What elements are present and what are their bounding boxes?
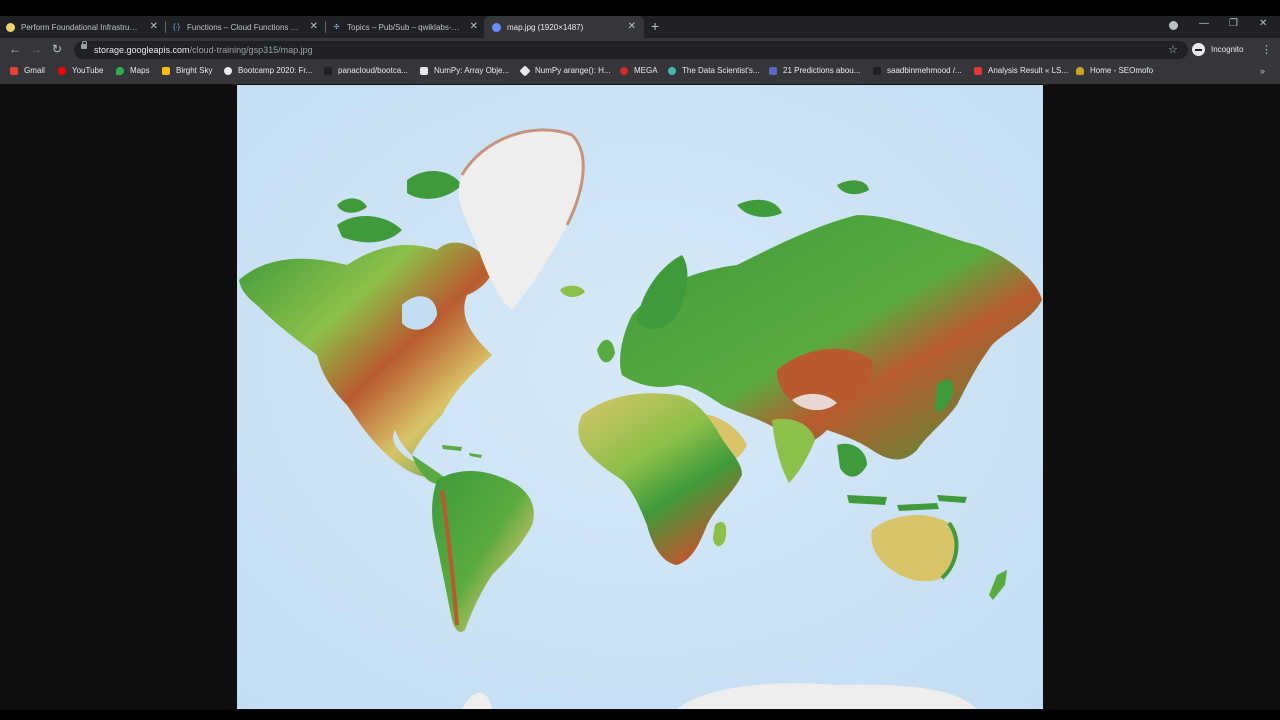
folder-icon — [162, 66, 170, 75]
functions-favicon-icon: {·} — [172, 23, 180, 31]
restore-icon[interactable]: ❐ — [1229, 18, 1238, 29]
site-icon — [668, 66, 676, 75]
bookmark-saadbinmehmood[interactable]: saadbinmehmood /... — [873, 66, 962, 75]
tab-divider — [325, 21, 326, 33]
minimize-icon[interactable]: — — [1199, 18, 1209, 29]
map-image[interactable] — [237, 85, 1043, 709]
tab-divider — [165, 21, 166, 33]
bookmark-youtube[interactable]: YouTube — [58, 66, 103, 75]
page-icon — [420, 66, 428, 75]
tab-title: Topics – Pub/Sub – qwiklabs-gcp — [347, 22, 461, 32]
bookmark-panacloud[interactable]: panacloud/bootca... — [324, 66, 408, 75]
image-favicon-icon — [492, 22, 501, 32]
bookmark-seomofo[interactable]: Home - SEOmofo — [1076, 66, 1153, 75]
bookmark-label: Bootcamp 2020: Fr... — [238, 66, 313, 75]
bookmark-label: 21 Predictions abou... — [783, 66, 861, 75]
github-icon — [224, 66, 232, 75]
bookmark-bootcamp[interactable]: Bootcamp 2020: Fr... — [224, 66, 312, 75]
incognito-label: Incognito — [1211, 45, 1244, 54]
bookmark-mega[interactable]: MEGA — [620, 66, 658, 75]
new-tab-plus-icon[interactable]: + — [651, 18, 659, 34]
back-arrow-icon[interactable]: ← — [9, 42, 21, 56]
bookmark-label: Analysis Result « LS... — [988, 66, 1069, 75]
youtube-icon — [58, 66, 66, 75]
tab-favicon-icon — [6, 22, 15, 32]
tab-title: Perform Foundational Infrastructure — [21, 22, 139, 32]
bookmark-label: The Data Scientist's... — [682, 66, 760, 75]
more-bookmarks-chevron-icon[interactable]: » — [1260, 66, 1265, 76]
tab-pubsub-topics[interactable]: ✣ Topics – Pub/Sub – qwiklabs-gcp ✕ — [332, 16, 478, 38]
window-bottom-edge — [0, 710, 1280, 720]
bookmark-label: Home - SEOmofo — [1090, 66, 1154, 75]
bookmark-label: Maps — [130, 66, 150, 75]
bookmark-maps[interactable]: Maps — [116, 66, 150, 75]
tab-map-image[interactable]: map.jpg (1920×1487) ✕ — [484, 16, 644, 38]
world-map-graphic — [237, 85, 1043, 709]
window-top-edge — [0, 0, 1280, 16]
tab-title: Functions – Cloud Functions – qw — [187, 22, 301, 32]
tab-title: map.jpg (1920×1487) — [507, 22, 584, 32]
url-text[interactable]: storage.googleapis.com/cloud-training/gs… — [94, 45, 313, 55]
bookmark-label: panacloud/bootca... — [338, 66, 408, 75]
kebab-menu-icon[interactable]: ⋮ — [1261, 43, 1272, 56]
bookmark-label: YouTube — [72, 66, 104, 75]
diamond-icon — [519, 64, 531, 77]
bookmark-gmail[interactable]: Gmail — [10, 66, 45, 75]
bookmark-numpy-arange[interactable]: NumPy arange(): H... — [519, 64, 611, 77]
bookmark-21-predictions[interactable]: 21 Predictions abou... — [769, 66, 860, 75]
bookmark-star-icon[interactable]: ☆ — [1168, 43, 1178, 56]
bookmark-analysis-result[interactable]: Analysis Result « LS... — [974, 66, 1068, 75]
site-icon — [1076, 66, 1084, 75]
bookmark-data-scientist[interactable]: The Data Scientist's... — [668, 66, 760, 75]
bookmark-birght-sky[interactable]: Birght Sky — [162, 66, 212, 75]
bookmark-label: NumPy: Array Obje... — [434, 66, 510, 75]
bookmark-label: Birght Sky — [176, 66, 213, 75]
blank-favicon-icon — [873, 66, 881, 75]
close-tab-icon[interactable]: ✕ — [310, 21, 318, 32]
url-host: storage.googleapis.com — [94, 45, 190, 55]
site-icon — [769, 66, 777, 75]
tab-cloud-functions[interactable]: {·} Functions – Cloud Functions – qw ✕ — [172, 16, 318, 38]
close-tab-icon[interactable]: ✕ — [470, 21, 478, 32]
close-tab-icon[interactable]: ✕ — [628, 21, 636, 32]
tab-perform-foundational[interactable]: Perform Foundational Infrastructure ✕ — [6, 16, 158, 38]
maps-pin-icon — [116, 66, 124, 75]
forward-arrow-icon[interactable]: → — [30, 42, 42, 56]
bookmark-label: Gmail — [24, 66, 45, 75]
bookmark-numpy-array[interactable]: NumPy: Array Obje... — [420, 66, 509, 75]
close-window-icon[interactable]: ✕ — [1259, 18, 1267, 29]
bookmark-label: MEGA — [634, 66, 658, 75]
mega-icon — [620, 66, 628, 75]
site-icon — [974, 66, 982, 75]
search-tabs-icon[interactable] — [1169, 21, 1178, 30]
url-path: /cloud-training/gsp315/map.jpg — [189, 45, 313, 55]
incognito-button[interactable]: Incognito — [1192, 43, 1243, 56]
pubsub-favicon-icon: ✣ — [333, 24, 340, 31]
bookmark-label: saadbinmehmood /... — [887, 66, 962, 75]
reload-icon[interactable]: ↻ — [52, 42, 62, 56]
blank-favicon-icon — [324, 66, 332, 75]
lock-icon[interactable] — [81, 41, 87, 49]
close-tab-icon[interactable]: ✕ — [150, 21, 158, 32]
bookmark-label: NumPy arange(): H... — [535, 66, 611, 75]
incognito-icon — [1192, 43, 1205, 56]
gmail-icon — [10, 66, 18, 75]
